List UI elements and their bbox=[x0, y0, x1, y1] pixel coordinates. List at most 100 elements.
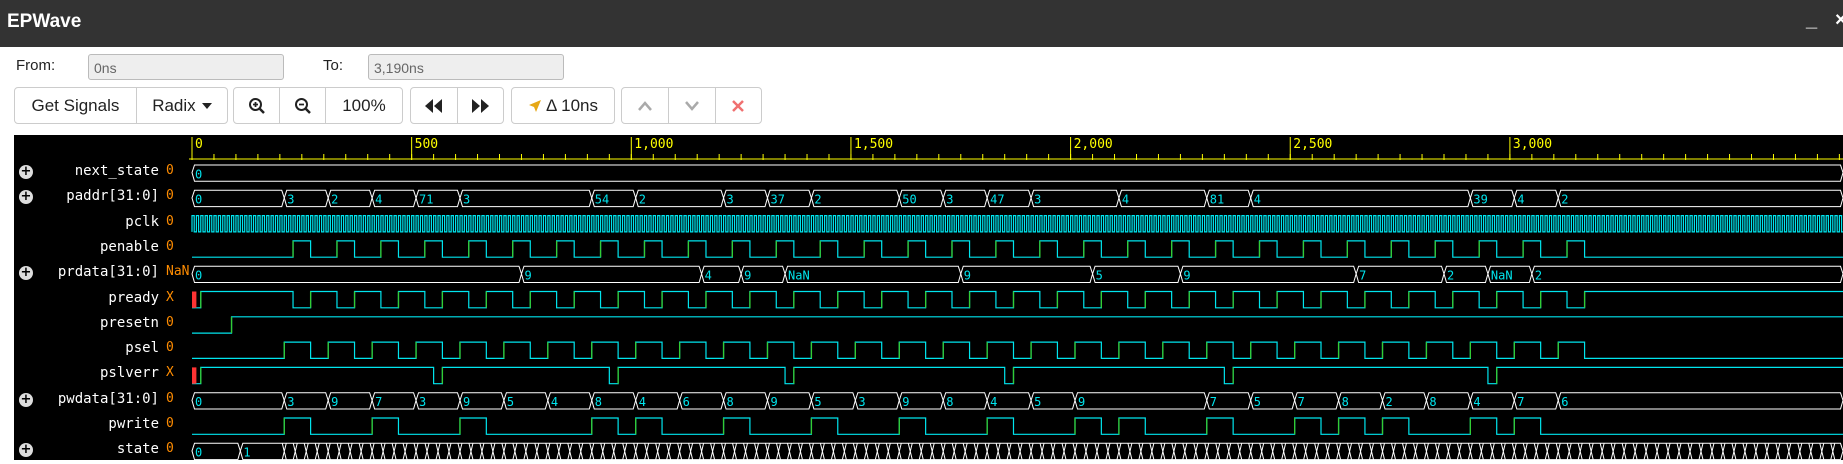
signal-name: pwdata[31:0] bbox=[57, 390, 159, 407]
prev-edge-button[interactable] bbox=[411, 88, 457, 123]
state-transition bbox=[1380, 443, 1385, 460]
waveform-next_state: 0 bbox=[191, 164, 1843, 182]
window-title: EPWave bbox=[7, 11, 82, 32]
state-transition bbox=[1314, 443, 1320, 460]
signal-row-psel[interactable]: psel 0 bbox=[14, 337, 189, 362]
state-transition bbox=[457, 443, 463, 460]
state-transition bbox=[534, 443, 540, 460]
minimize-button[interactable]: _ bbox=[1806, 9, 1817, 32]
signal-row-presetn[interactable]: presetn 0 bbox=[14, 312, 189, 337]
waveform-state: 01 bbox=[191, 442, 1843, 460]
signal-row-penable[interactable]: penable 0 bbox=[14, 236, 189, 261]
bus-value: 9 bbox=[331, 395, 338, 409]
state-transition bbox=[786, 443, 792, 460]
state-transition bbox=[918, 443, 924, 460]
signal-row-pwrite[interactable]: pwrite 0 bbox=[14, 413, 189, 438]
state-transition bbox=[1555, 443, 1561, 460]
bus-value: 3 bbox=[946, 193, 953, 207]
move-down-button[interactable] bbox=[668, 88, 714, 123]
delta-label: Δ 10ns bbox=[545, 95, 598, 115]
state-transition bbox=[1281, 443, 1287, 460]
state-transition bbox=[995, 443, 1001, 460]
state-transition bbox=[1391, 443, 1396, 460]
state-transition bbox=[391, 443, 397, 460]
bus-value: 9 bbox=[463, 395, 470, 409]
zoom-out-icon bbox=[294, 97, 311, 114]
state-transition bbox=[1072, 443, 1078, 460]
waveform-viewer[interactable]: + next_state 0 + paddr[31:0] 0 pclk 0 penable 0 + p… bbox=[14, 135, 1843, 460]
state-transition bbox=[1358, 443, 1364, 460]
remove-signal-button[interactable] bbox=[714, 88, 761, 123]
signal-order-group bbox=[621, 87, 762, 124]
bus-value: 0 bbox=[195, 446, 202, 460]
state-transition bbox=[578, 443, 584, 460]
state-transition bbox=[1709, 443, 1715, 460]
bit-trace bbox=[192, 366, 1843, 385]
state-transition bbox=[1116, 443, 1122, 460]
move-up-button[interactable] bbox=[622, 88, 668, 123]
bus-value: 4 bbox=[1473, 395, 1480, 409]
state-transition bbox=[732, 443, 738, 460]
signal-name: presetn bbox=[99, 314, 159, 331]
ruler-tick-label: 1,500 bbox=[854, 137, 893, 152]
signal-row-prdata[interactable]: + prdata[31:0] NaN bbox=[14, 261, 189, 286]
state-transition bbox=[1698, 443, 1704, 460]
waveform-canvas[interactable]: 0 500 1,000 1,500 2,000 2,500 3,00000 3 2 4 71 3 54 2… bbox=[189, 135, 1843, 460]
bus-value: 0 bbox=[195, 395, 202, 409]
zoom-button-group: 100% bbox=[233, 87, 403, 124]
bus-segment bbox=[1074, 392, 1208, 410]
signal-row-next_state[interactable]: + next_state 0 bbox=[14, 160, 189, 185]
signal-row-pready[interactable]: pready X bbox=[14, 287, 189, 312]
signal-value: 0 bbox=[166, 188, 174, 204]
bit-trace bbox=[192, 316, 1843, 334]
unknown-marker bbox=[192, 291, 197, 308]
state-transition bbox=[1478, 443, 1484, 460]
next-edge-button[interactable] bbox=[456, 88, 503, 123]
expand-icon[interactable]: + bbox=[19, 190, 33, 205]
bus-value: 2 bbox=[1561, 193, 1568, 207]
state-transition bbox=[1544, 443, 1550, 460]
expand-icon[interactable]: + bbox=[19, 392, 33, 407]
waveform-pready bbox=[192, 290, 1843, 309]
close-window-button[interactable]: × bbox=[1835, 9, 1843, 32]
bus-value: 4 bbox=[639, 395, 646, 409]
cursor-delta-button[interactable]: Δ 10ns bbox=[512, 88, 614, 123]
state-transition bbox=[1654, 443, 1660, 460]
state-transition bbox=[973, 443, 979, 460]
from-input[interactable]: 0ns bbox=[88, 54, 284, 80]
state-transition bbox=[1819, 443, 1825, 460]
state-transition bbox=[1577, 443, 1583, 460]
cursor-arrow-icon bbox=[528, 99, 541, 112]
signal-row-pclk[interactable]: pclk 0 bbox=[14, 211, 189, 236]
bit-trace bbox=[192, 240, 1843, 258]
signal-row-pwdata[interactable]: + pwdata[31:0] 0 bbox=[14, 388, 189, 413]
signal-row-state[interactable]: + state 0 bbox=[14, 438, 189, 463]
state-transition bbox=[754, 443, 759, 460]
expand-icon[interactable]: + bbox=[19, 443, 33, 458]
bus-value: 5 bbox=[1096, 269, 1103, 283]
radix-dropdown[interactable]: Radix bbox=[135, 88, 227, 123]
waveform-penable bbox=[192, 240, 1843, 258]
bus-value: 7 bbox=[1359, 269, 1366, 283]
state-transition bbox=[1467, 443, 1473, 460]
signal-value: NaN bbox=[166, 264, 190, 280]
zoom-in-button[interactable] bbox=[234, 88, 279, 123]
state-transition bbox=[929, 443, 935, 460]
chevron-up-icon bbox=[638, 100, 653, 111]
expand-icon[interactable]: + bbox=[19, 266, 33, 281]
signal-row-paddr[interactable]: + paddr[31:0] 0 bbox=[14, 185, 189, 210]
to-input[interactable]: 3,190ns bbox=[368, 54, 564, 80]
state-transition bbox=[1566, 443, 1572, 460]
bus-segment bbox=[784, 265, 962, 283]
get-signals-button[interactable]: Get Signals bbox=[15, 88, 136, 123]
ruler-tick-label: 0 bbox=[195, 137, 203, 152]
state-transition bbox=[699, 443, 705, 460]
signal-row-pslverr[interactable]: pslverr X bbox=[14, 362, 189, 387]
signal-name: penable bbox=[99, 238, 159, 255]
zoom-out-button[interactable] bbox=[279, 88, 324, 123]
signal-name: paddr[31:0] bbox=[66, 188, 159, 205]
expand-icon[interactable]: + bbox=[19, 165, 33, 179]
zoom-level-button[interactable]: 100% bbox=[324, 88, 402, 123]
ruler-tick-label: 500 bbox=[415, 137, 438, 152]
bus-value: 7 bbox=[1298, 395, 1305, 409]
